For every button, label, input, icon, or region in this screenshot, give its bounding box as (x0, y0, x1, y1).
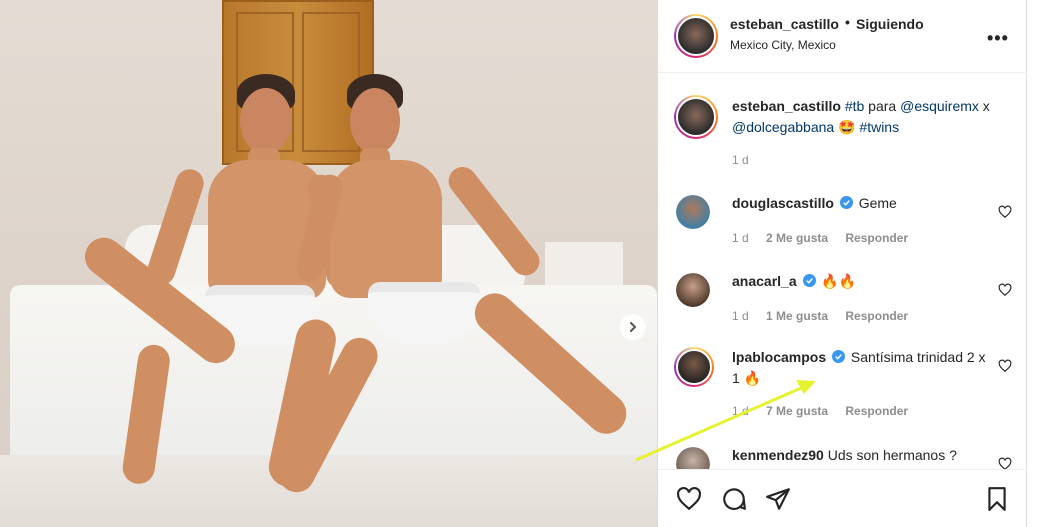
share-icon[interactable] (765, 486, 791, 512)
post-header: esteban_castillo • Siguiendo Mexico City… (658, 0, 1027, 73)
comment-icon[interactable] (721, 486, 747, 512)
following-button[interactable]: Siguiendo (856, 16, 924, 32)
heart-icon[interactable] (998, 359, 1012, 373)
post-location[interactable]: Mexico City, Mexico (730, 38, 836, 52)
comment-body: Geme (858, 195, 897, 211)
comment-time[interactable]: 1 d (732, 309, 749, 323)
verified-badge-icon (839, 196, 853, 209)
caption-username[interactable]: esteban_castillo (732, 98, 841, 114)
reply-button[interactable]: Responder (845, 404, 908, 418)
post-photo[interactable] (0, 0, 657, 527)
caption-word: para (864, 98, 901, 114)
comment-text: douglascastillo Geme (732, 193, 987, 214)
next-photo-button[interactable] (620, 314, 646, 340)
comment-body: 🔥🔥 (821, 273, 857, 289)
verified-badge-icon (832, 350, 846, 363)
comment-row: douglascastillo Geme 1 d 2 Me gusta Resp… (658, 193, 1027, 253)
mention-dolcegabbana[interactable]: @dolcegabbana (732, 119, 834, 135)
comment-username[interactable]: anacarl_a (732, 273, 797, 289)
caption-meta: 1 d (732, 153, 763, 167)
comment-time[interactable]: 1 d (732, 404, 749, 418)
comment-meta: 1 d 2 Me gusta Responder (732, 231, 922, 245)
comment-time[interactable]: 1 d (732, 231, 749, 245)
heart-icon[interactable] (998, 205, 1012, 219)
heart-icon[interactable] (676, 486, 702, 512)
comment-row: kenmendez90 Uds son hermanos ? (658, 445, 1027, 469)
reply-button[interactable]: Responder (845, 231, 908, 245)
comment-body: Uds son hermanos ? (827, 447, 957, 463)
floor (0, 455, 657, 527)
comment-text: kenmendez90 Uds son hermanos ? (732, 445, 987, 466)
comment-username[interactable]: kenmendez90 (732, 447, 824, 463)
post-sidebar: esteban_castillo • Siguiendo Mexico City… (657, 0, 1027, 527)
comment-row: anacarl_a 🔥🔥 1 d 1 Me gusta Responder (658, 271, 1027, 331)
hashtag-tb[interactable]: #tb (845, 98, 864, 114)
heart-icon[interactable] (998, 457, 1012, 469)
comment-text: lpablocampos Santísima trinidad 2 x 1 🔥 (732, 347, 992, 389)
post-actions (658, 469, 1027, 527)
caption-text: esteban_castillo #tb para @esquiremx x @… (732, 96, 1012, 138)
comment-row: lpablocampos Santísima trinidad 2 x 1 🔥 … (658, 347, 1027, 427)
next-photo-icon (630, 322, 637, 332)
comment-likes[interactable]: 2 Me gusta (766, 231, 828, 245)
reply-button[interactable]: Responder (845, 309, 908, 323)
post-viewer: esteban_castillo • Siguiendo Mexico City… (0, 0, 1038, 527)
comment-likes[interactable]: 1 Me gusta (766, 309, 828, 323)
author-avatar[interactable] (674, 14, 718, 58)
comment-username[interactable]: douglascastillo (732, 195, 834, 211)
heart-icon[interactable] (998, 283, 1012, 297)
comment-avatar[interactable] (674, 347, 714, 387)
comment-username[interactable]: lpablocampos (732, 349, 826, 365)
author-username[interactable]: esteban_castillo (730, 16, 839, 32)
caption-avatar[interactable] (674, 95, 718, 139)
mention-esquiremx[interactable]: @esquiremx (900, 98, 979, 114)
comments-list[interactable]: esteban_castillo #tb para @esquiremx x @… (658, 73, 1027, 469)
bookmark-icon[interactable] (984, 486, 1010, 512)
caption-time[interactable]: 1 d (732, 153, 749, 167)
comment-text: anacarl_a 🔥🔥 (732, 271, 987, 292)
verified-badge-icon (802, 274, 816, 287)
caption-word: x (978, 98, 990, 114)
caption: esteban_castillo #tb para @esquiremx x @… (658, 95, 1027, 175)
more-options-icon[interactable]: ••• (987, 28, 1009, 49)
comment-likes[interactable]: 7 Me gusta (766, 404, 828, 418)
comment-avatar[interactable] (676, 447, 710, 469)
comment-avatar[interactable] (676, 195, 710, 229)
comment-meta: 1 d 1 Me gusta Responder (732, 309, 922, 323)
follow-separator: • (845, 14, 850, 30)
comment-meta: 1 d 7 Me gusta Responder (732, 404, 922, 418)
caption-emoji: 🤩 (834, 119, 860, 135)
hashtag-twins[interactable]: #twins (859, 119, 899, 135)
comment-avatar[interactable] (676, 273, 710, 307)
